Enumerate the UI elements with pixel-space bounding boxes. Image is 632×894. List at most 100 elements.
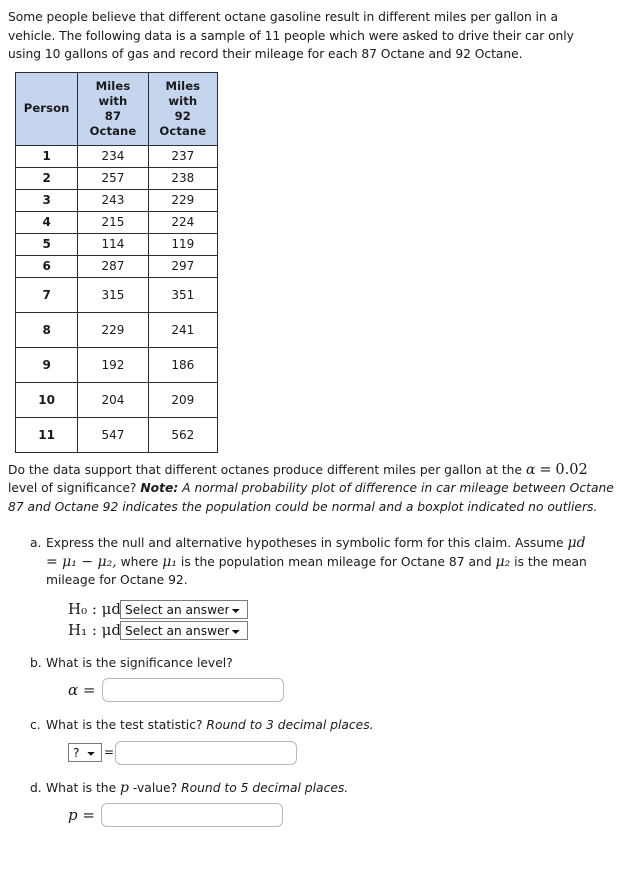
table-row: 1 234 237	[14, 144, 219, 168]
p-symbol-inline: p	[120, 779, 130, 796]
part-c: c. What is the test statistic? Round to …	[8, 716, 622, 765]
cell-92: 209	[147, 381, 219, 418]
cell-person: 7	[14, 276, 79, 313]
cell-92: 562	[147, 416, 219, 453]
part-d-marker: d.	[30, 780, 42, 795]
test-statistic-type-select[interactable]: ?	[68, 743, 102, 762]
question-prompt: Do the data support that different octan…	[8, 461, 614, 517]
part-b-marker: b.	[30, 655, 42, 670]
table-row: 4 215 224	[14, 210, 219, 234]
octane-mileage-table: Person Miles with 87 Octane Miles with 9…	[14, 71, 219, 453]
cell-87: 315	[77, 276, 149, 313]
part-c-body: What is the test statistic? Round to 3 d…	[46, 716, 591, 735]
alpha-equals-sign: =	[82, 680, 96, 699]
p-value-row: p =	[68, 803, 622, 827]
table-row: 8 229 241	[14, 311, 219, 348]
cell-person: 9	[14, 346, 79, 383]
table-row: 9 192 186	[14, 346, 219, 383]
cell-87: 287	[77, 254, 149, 278]
h0-select[interactable]: Select an answer	[120, 599, 248, 619]
p-equals-sign: =	[82, 805, 95, 824]
cell-92: 229	[147, 188, 219, 212]
cell-person: 4	[14, 210, 79, 234]
cell-person: 1	[14, 144, 79, 168]
p-value-label: p =	[68, 806, 95, 825]
part-c-text: What is the test statistic?	[46, 718, 207, 732]
part-b: b. What is the significance level? α =	[8, 654, 622, 702]
cell-92: 224	[147, 210, 219, 234]
alpha-label: α =	[68, 681, 96, 700]
part-d-rounding-note: Round to 5 decimal places.	[181, 780, 349, 795]
cell-87: 243	[77, 188, 149, 212]
cell-92: 119	[147, 232, 219, 256]
part-a-text-2: where	[116, 554, 163, 569]
part-d-text-1: What is the	[46, 780, 121, 795]
cell-87: 257	[77, 166, 149, 190]
column-header-87-octane: Miles with 87 Octane	[77, 71, 149, 146]
cell-87: 204	[77, 381, 149, 418]
table-row: 3 243 229	[14, 188, 219, 212]
part-d-body: What is the p -value? Round to 5 decimal…	[46, 779, 591, 798]
question-lead: Do the data support that different octan…	[8, 462, 523, 477]
alpha-equals: =	[539, 461, 552, 478]
part-a-text-1: Express the null and alternative hypothe…	[46, 536, 568, 550]
test-statistic-row: ? =	[68, 740, 622, 765]
part-d: d. What is the p -value? Round to 5 deci…	[8, 779, 622, 827]
cell-87: 547	[77, 416, 149, 453]
table-header-row: Person Miles with 87 Octane Miles with 9…	[14, 71, 219, 146]
part-b-text: What is the significance level?	[46, 655, 233, 670]
null-hypothesis-row: H₀ : μd Select an answer	[68, 599, 622, 619]
test-statistic-input[interactable]	[115, 740, 298, 765]
alt-hypothesis-row: H₁ : μd Select an answer	[68, 620, 622, 640]
alpha-symbol: α	[525, 461, 536, 478]
table-row: 2 257 238	[14, 166, 219, 190]
table-row: 6 287 297	[14, 254, 219, 278]
part-c-marker: c.	[30, 718, 41, 732]
cell-87: 234	[77, 144, 149, 168]
cell-92: 351	[147, 276, 219, 313]
cell-92: 237	[147, 144, 219, 168]
after-alpha-text: level of significance?	[8, 481, 141, 495]
p-glyph: p	[68, 805, 78, 824]
mu-2-symbol: μ₂	[495, 553, 511, 570]
alpha-value: 0.02	[555, 461, 588, 478]
table-row: 5 114 119	[14, 232, 219, 256]
cell-92: 186	[147, 346, 219, 383]
data-table-wrapper: Person Miles with 87 Octane Miles with 9…	[14, 71, 622, 453]
cell-person: 10	[14, 381, 79, 418]
table-row: 10 204 209	[14, 381, 219, 418]
h1-select[interactable]: Select an answer	[120, 620, 248, 640]
cell-person: 3	[14, 188, 79, 212]
column-header-person: Person	[14, 71, 79, 146]
table-head: Person Miles with 87 Octane Miles with 9…	[14, 71, 219, 146]
questions-list: a. Express the null and alternative hypo…	[8, 534, 622, 827]
cell-92: 297	[147, 254, 219, 278]
cell-person: 6	[14, 254, 79, 278]
p-value-input[interactable]	[100, 803, 283, 827]
table-row: 11 547 562	[14, 416, 219, 453]
cell-person: 11	[14, 416, 79, 453]
table-body: 1 234 237 2 257 238 3 243 229 4 215 224 …	[14, 144, 219, 453]
part-d-text-2: -value?	[129, 780, 182, 795]
hypotheses-block: H₀ : μd Select an answer H₁ : μd Select …	[68, 599, 622, 640]
mu-1-symbol: μ₁	[162, 553, 177, 570]
part-a-marker: a.	[30, 536, 42, 550]
significance-level-row: α =	[68, 678, 622, 702]
cell-92: 241	[147, 311, 219, 348]
column-header-92-octane: Miles with 92 Octane	[147, 71, 219, 146]
cell-person: 5	[14, 232, 79, 256]
test-statistic-equals: =	[104, 745, 115, 760]
part-c-rounding-note: Round to 3 decimal places.	[206, 718, 374, 732]
cell-87: 215	[77, 210, 149, 234]
significance-level-input[interactable]	[101, 678, 284, 702]
h1-label: H₁ : μd	[68, 620, 122, 639]
cell-person: 2	[14, 166, 79, 190]
cell-person: 8	[14, 311, 79, 348]
cell-87: 114	[77, 232, 149, 256]
note-label: Note:	[140, 481, 179, 495]
intro-paragraph: Some people believe that different octan…	[8, 10, 574, 61]
cell-92: 238	[147, 166, 219, 190]
alpha-glyph: α	[68, 680, 79, 699]
h0-label: H₀ : μd	[68, 599, 122, 618]
table-row: 7 315 351	[14, 276, 219, 313]
